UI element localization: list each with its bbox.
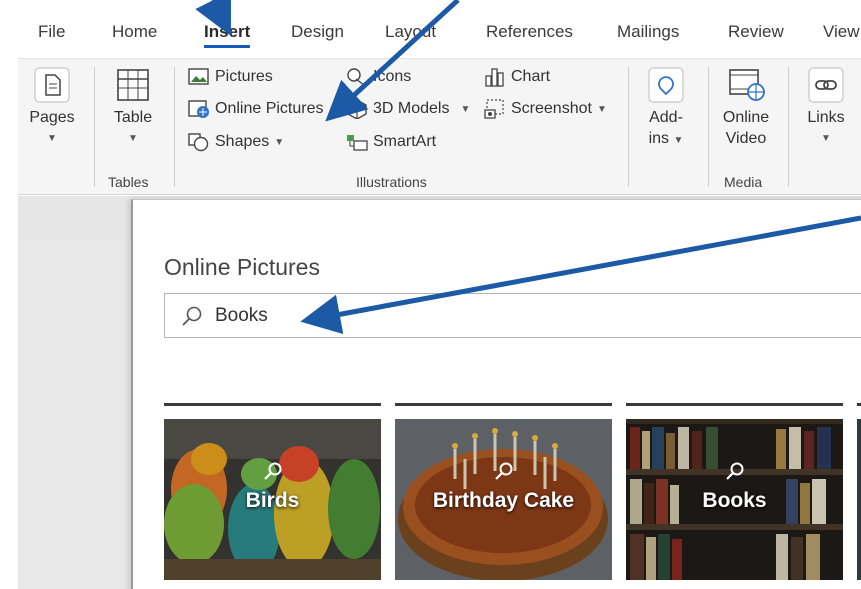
- search-icon: [182, 306, 202, 326]
- category-tile-books[interactable]: Books: [626, 419, 843, 580]
- tab-file[interactable]: File: [38, 22, 65, 42]
- screenshot-label: Screenshot: [511, 100, 592, 117]
- tile-label: Birthday Cake: [432, 489, 575, 512]
- chart-label: Chart: [511, 68, 551, 85]
- add-ins-button[interactable]: Add- ins ▼: [638, 67, 694, 151]
- pages-icon: [34, 67, 70, 103]
- table-label: Table: [113, 109, 153, 126]
- tab-view[interactable]: View: [823, 22, 860, 42]
- online-video-icon: [729, 69, 765, 101]
- pages-label: Pages: [29, 109, 75, 126]
- dialog-title: Online Pictures: [164, 254, 320, 280]
- shapes-icon: [188, 133, 209, 152]
- tab-layout[interactable]: Layout: [385, 22, 436, 42]
- online-pictures-button[interactable]: Online Pictures: [188, 99, 324, 119]
- online-video-label-line1: Online: [722, 109, 770, 126]
- chevron-down-icon: ▼: [673, 135, 684, 146]
- chevron-down-icon: ▼: [128, 133, 138, 144]
- chevron-down-icon: ▼: [596, 103, 607, 115]
- links-label: Links: [807, 109, 845, 126]
- smartart-button[interactable]: SmartArt: [346, 132, 436, 152]
- tab-references[interactable]: References: [486, 22, 573, 42]
- pictures-icon: [188, 68, 209, 85]
- screenshot-button[interactable]: Screenshot ▼: [484, 99, 607, 119]
- smartart-icon: [347, 135, 368, 151]
- table-button[interactable]: Table ▼: [102, 67, 164, 149]
- 3d-models-label: 3D Models: [373, 100, 450, 117]
- shapes-label: Shapes: [215, 133, 270, 150]
- ribbon-tabs: File Home Insert Design Layout Reference…: [0, 0, 861, 58]
- chevron-down-icon: ▼: [274, 136, 285, 148]
- search-icon: [725, 462, 743, 480]
- screenshot-icon: [484, 99, 504, 119]
- smartart-label: SmartArt: [373, 133, 437, 150]
- links-button[interactable]: Links ▼: [798, 67, 854, 149]
- tile-divider: [395, 403, 612, 406]
- chevron-down-icon: ▼: [460, 103, 471, 115]
- search-icon: [263, 462, 281, 480]
- tile-label: Birds: [245, 489, 300, 512]
- search-box[interactable]: [164, 293, 861, 338]
- tab-design[interactable]: Design: [291, 22, 344, 42]
- online-video-label-line2: Video: [725, 130, 767, 147]
- cube-icon: [347, 99, 367, 119]
- category-tile-partial[interactable]: [857, 419, 861, 580]
- online-pictures-label: Online Pictures: [215, 100, 324, 117]
- document-left-margin: [0, 196, 18, 589]
- tab-home[interactable]: Home: [112, 22, 157, 42]
- ribbon-divider: [708, 67, 709, 187]
- search-icon: [494, 462, 512, 480]
- icons-button[interactable]: Icons: [346, 67, 411, 87]
- ribbon-panel: Pages ▼ Table ▼ Tables Pictures Online P…: [18, 58, 861, 195]
- tile-divider: [164, 403, 381, 406]
- online-video-button[interactable]: Online Video: [716, 67, 776, 149]
- category-tile-birds[interactable]: Birds: [164, 419, 381, 580]
- tile-divider: [857, 403, 861, 406]
- search-input[interactable]: [215, 304, 715, 327]
- pages-button[interactable]: Pages ▼: [24, 67, 80, 149]
- category-tile-birthday-cake[interactable]: Birthday Cake: [395, 419, 612, 580]
- ribbon-divider: [788, 67, 789, 187]
- tab-mailings[interactable]: Mailings: [617, 22, 679, 42]
- pictures-label: Pictures: [215, 68, 273, 85]
- chart-button[interactable]: Chart: [484, 67, 550, 87]
- online-pictures-dialog: Online Pictures Birds: [131, 199, 861, 589]
- group-label-media: Media: [724, 174, 763, 190]
- ribbon-divider: [628, 67, 629, 187]
- icons-label: Icons: [373, 68, 412, 85]
- ribbon-divider: [174, 67, 175, 187]
- pictures-button[interactable]: Pictures: [188, 67, 273, 87]
- add-ins-label-line1: Add-: [649, 109, 683, 126]
- chevron-down-icon: ▼: [47, 133, 57, 144]
- tab-insert[interactable]: Insert: [204, 22, 251, 48]
- tab-review[interactable]: Review: [728, 22, 784, 42]
- table-icon: [117, 69, 149, 101]
- shapes-button[interactable]: Shapes ▼: [188, 132, 284, 152]
- online-pictures-icon: [188, 100, 209, 118]
- add-ins-icon: [648, 67, 684, 103]
- add-ins-label-line2: ins: [648, 130, 670, 147]
- category-image: [857, 419, 861, 580]
- icons-icon: [347, 68, 365, 86]
- group-label-tables: Tables: [108, 174, 149, 190]
- 3d-models-button[interactable]: 3D Models ▼: [346, 99, 470, 119]
- tile-divider: [626, 403, 843, 406]
- chart-icon: [485, 68, 504, 87]
- ribbon-divider: [94, 67, 95, 187]
- link-icon: [808, 67, 844, 103]
- group-label-illustrations: Illustrations: [356, 174, 427, 190]
- chevron-down-icon: ▼: [821, 133, 831, 144]
- tile-label: Books: [702, 489, 767, 512]
